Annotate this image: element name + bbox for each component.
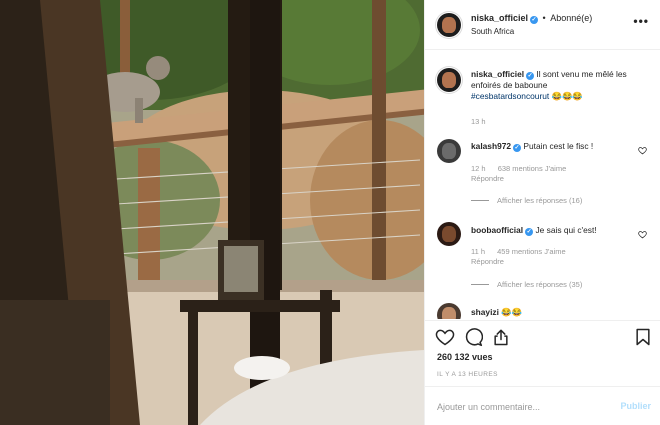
comment-avatar[interactable] (437, 303, 461, 319)
comment-input[interactable] (437, 399, 597, 415)
comment-reply-row: Répondre (471, 174, 514, 183)
author-avatar[interactable] (437, 13, 461, 37)
bookmark-icon[interactable] (633, 327, 653, 347)
post-time-ago: IL Y A 13 HEURES (437, 371, 498, 378)
verified-badge-icon: ✓ (525, 228, 534, 236)
post-header: niska_officiel ✓ • Abonné(e) South Africa… (425, 0, 660, 50)
replies-divider (471, 200, 489, 201)
comment-username[interactable]: boobaofficial (471, 225, 523, 235)
comment-username[interactable]: kalash972 (471, 141, 511, 151)
author-line: niska_officiel ✓ • Abonné(e) (471, 13, 592, 24)
verified-badge-icon: ✓ (513, 144, 522, 152)
comment-meta: 12 h 638 mentions J'aime (471, 164, 576, 173)
view-replies-label: Afficher les réponses (16) (497, 196, 583, 205)
post-side-panel: niska_officiel ✓ • Abonné(e) South Africa… (424, 0, 660, 425)
post-video[interactable] (0, 0, 424, 425)
comment-body: 😂😂 (501, 307, 523, 317)
comment-meta: 11 h 459 mentions J'aime (471, 247, 576, 256)
comment-avatar[interactable] (437, 222, 461, 246)
comment-time: 11 h (471, 247, 486, 256)
caption-text: niska_officiel ✓ Il sont venu me mêlé les… (471, 69, 649, 102)
caption-emojis: 😂😂😂 (551, 91, 583, 101)
post-comment-button[interactable]: Publier (620, 401, 651, 411)
comment-text: kalash972 ✓ Putain cest le fisc ! (471, 141, 649, 152)
verified-badge-icon: ✓ (530, 16, 539, 24)
follow-status-button[interactable]: Abonné(e) (550, 13, 592, 23)
comment-likes[interactable]: 459 mentions J'aime (497, 247, 566, 256)
replies-divider (471, 284, 489, 285)
comments-list[interactable]: niska_officiel ✓ Il sont venu me mêlé les… (425, 51, 660, 319)
caption-username[interactable]: niska_officiel (471, 69, 524, 79)
comment-text: boobaofficial ✓ Je sais qui c'est! (471, 225, 649, 236)
caption-time: 13 h (471, 117, 496, 126)
view-count[interactable]: 260 132 vues (437, 352, 493, 362)
more-horizontal-icon[interactable]: ••• (633, 14, 649, 28)
separator-dot: • (542, 13, 546, 23)
view-replies-label: Afficher les réponses (35) (497, 280, 583, 289)
share-icon[interactable] (491, 327, 511, 347)
verified-badge-icon: ✓ (526, 72, 535, 80)
comment-time: 12 h (471, 164, 486, 173)
comment-username[interactable]: shayizi (471, 307, 499, 317)
comment-body: Je sais qui c'est! (535, 225, 597, 235)
comment-body: Putain cest le fisc ! (523, 141, 594, 151)
comment-text: shayizi 😂😂 (471, 307, 649, 318)
comment-like-heart-icon[interactable] (638, 146, 647, 155)
video-frame (0, 0, 424, 425)
add-comment-bar: Publier (425, 386, 660, 425)
comment-icon[interactable] (463, 327, 483, 347)
reply-button[interactable]: Répondre (471, 257, 504, 266)
post-location[interactable]: South Africa (471, 27, 514, 36)
comment-likes[interactable]: 638 mentions J'aime (498, 164, 567, 173)
caption-avatar[interactable] (437, 68, 461, 92)
caption-hashtag[interactable]: #cesbatardsoncourut (471, 91, 549, 101)
comment-like-heart-icon[interactable] (638, 230, 647, 239)
reply-button[interactable]: Répondre (471, 174, 504, 183)
author-username[interactable]: niska_officiel (471, 13, 528, 23)
comment-avatar[interactable] (437, 139, 461, 163)
view-replies-button[interactable]: Afficher les réponses (16) (471, 196, 582, 205)
caption-time-text: 13 h (471, 117, 486, 126)
heart-icon[interactable] (435, 327, 455, 347)
comment-reply-row: Répondre (471, 257, 514, 266)
view-replies-button[interactable]: Afficher les réponses (35) (471, 280, 582, 289)
